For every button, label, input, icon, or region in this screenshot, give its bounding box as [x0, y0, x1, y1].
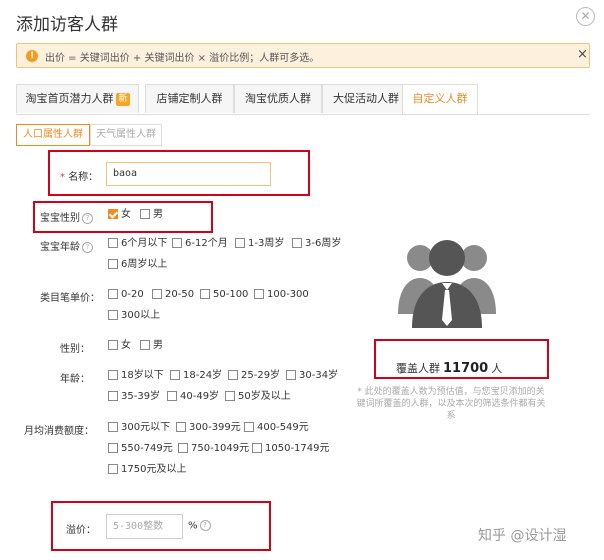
baby-gender-label: 宝宝性别? [40, 209, 93, 224]
new-badge: 新 [116, 92, 130, 106]
tab-promotion[interactable]: 大促活动人群 [322, 84, 410, 113]
coverage-note: * 此处的覆盖人数为预估值，与您宝贝添加的关键词所覆盖的人群，以及本次的筛选条件… [356, 387, 546, 421]
checkbox-spend[interactable]: 550-749元 [108, 443, 173, 455]
checkbox-age[interactable]: 40-49岁 [167, 391, 219, 403]
checkbox-spend[interactable]: 1750元及以上 [108, 464, 186, 476]
premium-label: 溢价： [66, 525, 96, 536]
checkbox-price[interactable]: 50-100 [200, 289, 248, 301]
checkbox-baby-age[interactable]: 6-12个月 [172, 238, 228, 250]
premium-input[interactable]: 5-300整数 [106, 514, 183, 539]
subtab-weather[interactable]: 天气属性人群 [90, 124, 162, 146]
checkbox-spend[interactable]: 300-399元 [176, 422, 241, 434]
checkbox-spend[interactable]: 400-549元 [244, 422, 309, 434]
watermark: 知乎 @设计湿 [478, 528, 567, 544]
checkbox-price[interactable]: 300以上 [108, 310, 160, 322]
checkbox-baby-age[interactable]: 6周岁以上 [108, 259, 167, 271]
info-alert: ! 出价 = 关键词出价 + 关键词出价 × 溢价比例；人群可多选。 × [16, 43, 590, 68]
help-icon[interactable]: ? [82, 212, 93, 224]
coverage-count: 覆盖人群 11700 人 [396, 361, 503, 376]
close-icon[interactable]: ✕ [576, 7, 595, 26]
dialog-title: 添加访客人群 [16, 15, 118, 35]
checkbox-price[interactable]: 100-300 [254, 289, 309, 301]
checkbox-spend[interactable]: 300元以下 [108, 422, 170, 434]
checkbox-baby-female[interactable]: 女 [108, 209, 131, 221]
checkbox-spend[interactable]: 750-1049元 [178, 443, 249, 455]
checkbox-male[interactable]: 男 [140, 340, 163, 352]
checkbox-spend[interactable]: 1050-1749元 [252, 443, 330, 455]
gender-label: 性别： [60, 344, 90, 355]
audience-tabs: 淘宝首页潜力人群新 店铺定制人群 淘宝优质人群 大促活动人群 自定义人群 [16, 84, 590, 115]
warning-icon: ! [26, 50, 38, 62]
tab-taobao-home-potential[interactable]: 淘宝首页潜力人群新 [16, 84, 139, 113]
checkbox-baby-age[interactable]: 6个月以下 [108, 238, 167, 250]
subtab-demographic[interactable]: 人口属性人群 [16, 124, 90, 146]
checkbox-age[interactable]: 30-34岁 [286, 370, 338, 382]
checkbox-age[interactable]: 50岁及以上 [225, 391, 291, 403]
name-input[interactable]: baoa [106, 162, 271, 186]
checkbox-baby-male[interactable]: 男 [140, 209, 163, 221]
checkbox-age[interactable]: 35-39岁 [108, 391, 160, 403]
checkbox-female[interactable]: 女 [108, 340, 131, 352]
premium-unit: %? [188, 520, 211, 532]
price-label: 类目笔单价： [40, 293, 100, 304]
checkbox-baby-age[interactable]: 1-3周岁 [235, 238, 284, 250]
tab-taobao-quality[interactable]: 淘宝优质人群 [234, 84, 322, 113]
alert-text: 出价 = 关键词出价 + 关键词出价 × 溢价比例；人群可多选。 [45, 53, 320, 64]
age-label: 年龄： [60, 374, 90, 385]
checkbox-age[interactable]: 25-29岁 [228, 370, 280, 382]
checkbox-checked-icon [108, 209, 118, 219]
checkbox-age[interactable]: 18岁以下 [108, 370, 164, 382]
name-label: * 名称： [60, 172, 99, 183]
help-icon[interactable]: ? [199, 520, 211, 531]
checkbox-age[interactable]: 18-24岁 [170, 370, 222, 382]
help-icon[interactable]: ? [82, 241, 93, 253]
alert-close-icon[interactable]: × [577, 47, 588, 62]
baby-age-label: 宝宝年龄? [40, 238, 93, 253]
people-group-icon [398, 240, 496, 328]
tab-custom[interactable]: 自定义人群 [402, 84, 478, 114]
spend-label: 月均消费额度： [24, 426, 94, 437]
checkbox-price[interactable]: 0-20 [108, 289, 144, 301]
checkbox-baby-age[interactable]: 3-6周岁 [292, 238, 341, 250]
checkbox-price[interactable]: 20-50 [152, 289, 194, 301]
tab-shop-custom[interactable]: 店铺定制人群 [145, 84, 234, 113]
